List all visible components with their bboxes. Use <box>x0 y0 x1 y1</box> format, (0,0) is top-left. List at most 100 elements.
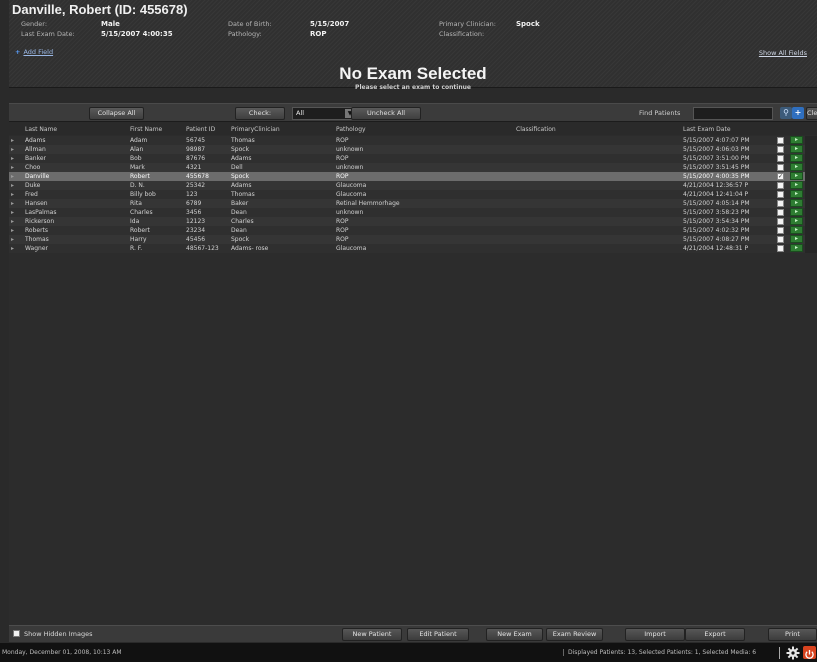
row-select-checkbox[interactable] <box>777 227 784 234</box>
row-select-checkbox[interactable] <box>777 245 784 252</box>
table-row[interactable]: ▸ Choo Mark 4321 Dell unknown 5/15/2007 3:51:4… <box>9 163 817 172</box>
green-arrow-icon[interactable]: ▸ <box>790 244 803 252</box>
gender-label: Gender: <box>21 20 48 28</box>
table-row[interactable]: ▸ Banker Bob 87676 Adams ROP 5/15/2007 3:51:00… <box>9 154 817 163</box>
cell-last-name: Roberts <box>25 227 49 234</box>
row-select-checkbox[interactable] <box>777 209 784 216</box>
expand-arrow-icon[interactable]: ▸ <box>11 146 14 153</box>
row-scroll-gutter <box>805 172 817 181</box>
table-row[interactable]: ▸ Allman Alan 98987 Spock unknown 5/15/2007 4:… <box>9 145 817 154</box>
row-select-checkbox[interactable] <box>777 155 784 162</box>
green-arrow-icon[interactable]: ▸ <box>790 172 803 180</box>
row-select-checkbox[interactable] <box>777 218 784 225</box>
show-hidden-images-checkbox[interactable]: Show Hidden Images <box>13 630 92 638</box>
col-last-name[interactable]: Last Name <box>25 126 57 133</box>
green-arrow-icon[interactable]: ▸ <box>790 163 803 171</box>
cell-patient-id: 56745 <box>186 137 206 144</box>
check-filter-select[interactable]: All ▼ <box>292 107 357 120</box>
add-field-link[interactable]: + Add Field <box>15 48 53 56</box>
cell-pathology: ROP <box>336 236 349 243</box>
table-header: Last Name First Name Patient ID PrimaryC… <box>9 123 817 135</box>
expand-arrow-icon[interactable]: ▸ <box>11 173 14 180</box>
print-button[interactable]: Print <box>768 628 817 641</box>
row-select-checkbox[interactable] <box>777 146 784 153</box>
table-row[interactable]: ▸ Duke D. N. 25342 Adams Glaucoma 4/21/2004 12… <box>9 181 817 190</box>
cell-pathology: unknown <box>336 209 364 216</box>
add-patient-plus-icon[interactable]: + <box>792 107 804 119</box>
edit-patient-button[interactable]: Edit Patient <box>407 628 469 641</box>
expand-arrow-icon[interactable]: ▸ <box>11 245 14 252</box>
cell-patient-id: 12123 <box>186 218 206 225</box>
cell-pathology: Glaucoma <box>336 245 367 252</box>
power-icon[interactable] <box>803 646 816 659</box>
row-select-checkbox[interactable] <box>777 200 784 207</box>
row-select-checkbox[interactable] <box>777 236 784 243</box>
cell-last-exam-date: 5/15/2007 4:00:35 PM <box>683 173 750 180</box>
green-arrow-icon[interactable]: ▸ <box>790 145 803 153</box>
col-primary-clinician[interactable]: PrimaryClinician <box>231 126 280 133</box>
cell-last-name: Choo <box>25 164 41 171</box>
cell-pathology: Glaucoma <box>336 182 367 189</box>
expand-arrow-icon[interactable]: ▸ <box>11 209 14 216</box>
row-scroll-gutter <box>805 136 817 145</box>
green-arrow-icon[interactable]: ▸ <box>790 235 803 243</box>
uncheck-all-button[interactable]: Uncheck All <box>351 107 421 120</box>
green-arrow-icon[interactable]: ▸ <box>790 190 803 198</box>
clear-button[interactable]: Clea <box>806 107 817 120</box>
expand-arrow-icon[interactable]: ▸ <box>11 191 14 198</box>
cell-last-exam-date: 4/21/2004 12:36:57 P <box>683 182 749 189</box>
check-button[interactable]: Check: <box>235 107 285 120</box>
search-icon[interactable]: ⚲ <box>780 107 792 119</box>
table-row[interactable]: ▸ Hansen Rita 6789 Baker Retinal Hemmorhage 5/… <box>9 199 817 208</box>
expand-arrow-icon[interactable]: ▸ <box>11 137 14 144</box>
table-row[interactable]: ▸ LasPalmas Charles 3456 Dean unknown 5/15/200… <box>9 208 817 217</box>
table-row[interactable]: ▸ Roberts Robert 23234 Dean ROP 5/15/2007 4:02… <box>9 226 817 235</box>
expand-arrow-icon[interactable]: ▸ <box>11 236 14 243</box>
cell-patient-id: 25342 <box>186 182 206 189</box>
row-select-checkbox[interactable] <box>777 164 784 171</box>
expand-arrow-icon[interactable]: ▸ <box>11 164 14 171</box>
table-row[interactable]: ▸ Wagner R. F. 48567-123 Adams- rose Glaucoma… <box>9 244 817 253</box>
row-select-checkbox[interactable] <box>777 182 784 189</box>
collapse-all-button[interactable]: Collapse All <box>89 107 144 120</box>
show-all-fields-link[interactable]: Show All Fields <box>759 49 807 57</box>
cell-pathology: ROP <box>336 173 349 180</box>
cell-pathology: ROP <box>336 218 349 225</box>
col-classification[interactable]: Classification <box>516 126 556 133</box>
green-arrow-icon[interactable]: ▸ <box>790 226 803 234</box>
export-button[interactable]: Export <box>685 628 745 641</box>
find-patients-input[interactable] <box>693 107 773 120</box>
green-arrow-icon[interactable]: ▸ <box>790 181 803 189</box>
gear-icon[interactable] <box>786 646 800 660</box>
expand-arrow-icon[interactable]: ▸ <box>11 182 14 189</box>
expand-arrow-icon[interactable]: ▸ <box>11 200 14 207</box>
green-arrow-icon[interactable]: ▸ <box>790 208 803 216</box>
col-last-exam-date[interactable]: Last Exam Date <box>683 126 731 133</box>
col-first-name[interactable]: First Name <box>130 126 162 133</box>
table-row[interactable]: ▸ Fred Billy bob 123 Thomas Glaucoma 4/21/2004… <box>9 190 817 199</box>
table-row[interactable]: ▸ Rickerson Ida 12123 Charles ROP 5/15/2007 3:… <box>9 217 817 226</box>
import-button[interactable]: Import <box>625 628 685 641</box>
row-select-checkbox[interactable] <box>777 191 784 198</box>
table-row[interactable]: ▸ Adams Adam 56745 Thomas ROP 5/15/2007 4:07:0… <box>9 136 817 145</box>
cell-last-exam-date: 5/15/2007 4:08:27 PM <box>683 236 750 243</box>
new-exam-button[interactable]: New Exam <box>486 628 543 641</box>
col-patient-id[interactable]: Patient ID <box>186 126 215 133</box>
row-scroll-gutter <box>805 226 817 235</box>
exam-review-button[interactable]: Exam Review <box>546 628 603 641</box>
table-row[interactable]: ▸ Danville Robert 455678 Spock ROP 5/15/2007 4… <box>9 172 817 181</box>
row-select-checkbox[interactable]: ✓ <box>777 173 784 180</box>
expand-arrow-icon[interactable]: ▸ <box>11 155 14 162</box>
patient-title: Danville, Robert (ID: 455678) <box>12 2 188 17</box>
expand-arrow-icon[interactable]: ▸ <box>11 218 14 225</box>
green-arrow-icon[interactable]: ▸ <box>790 199 803 207</box>
col-pathology[interactable]: Pathology <box>336 126 366 133</box>
green-arrow-icon[interactable]: ▸ <box>790 154 803 162</box>
cell-primary-clinician: Adams <box>231 182 252 189</box>
green-arrow-icon[interactable]: ▸ <box>790 217 803 225</box>
row-select-checkbox[interactable] <box>777 137 784 144</box>
new-patient-button[interactable]: New Patient <box>342 628 402 641</box>
expand-arrow-icon[interactable]: ▸ <box>11 227 14 234</box>
green-arrow-icon[interactable]: ▸ <box>790 136 803 144</box>
table-row[interactable]: ▸ Thomas Harry 45456 Spock ROP 5/15/2007 4:08:… <box>9 235 817 244</box>
